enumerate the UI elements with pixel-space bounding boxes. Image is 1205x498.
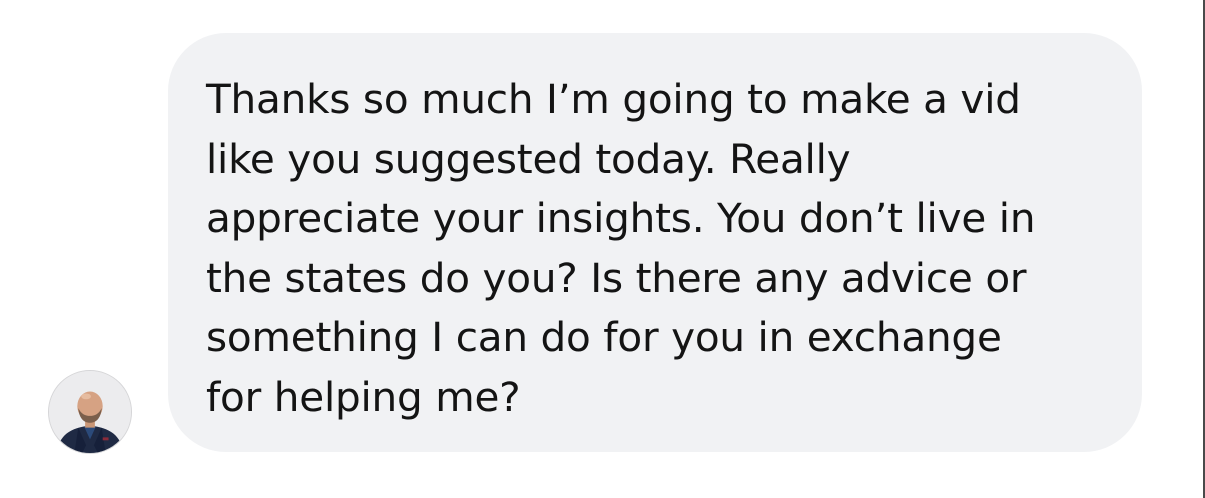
sender-avatar[interactable] bbox=[48, 370, 132, 454]
person-avatar-icon bbox=[49, 371, 131, 453]
message-text: Thanks so much I’m going to make a vid l… bbox=[206, 75, 1036, 421]
chat-view: Thanks so much I’m going to make a vid l… bbox=[0, 0, 1205, 498]
message-row: Thanks so much I’m going to make a vid l… bbox=[0, 0, 1200, 498]
message-bubble[interactable]: Thanks so much I’m going to make a vid l… bbox=[168, 33, 1142, 452]
